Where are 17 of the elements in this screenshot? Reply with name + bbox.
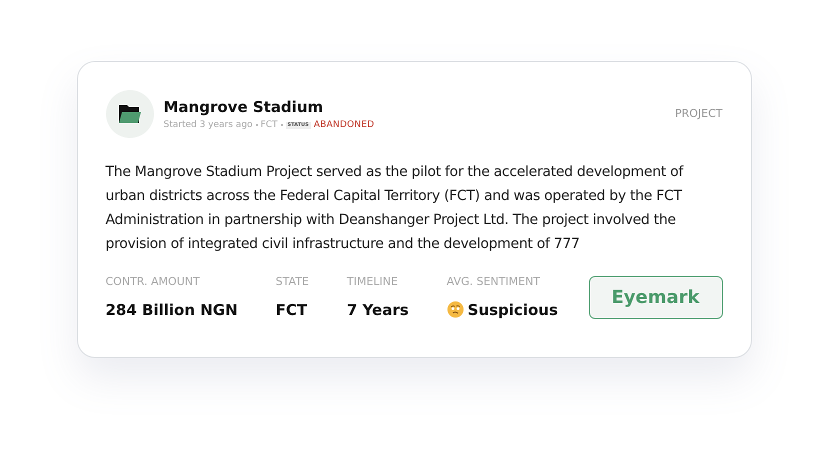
stat-label: CONTR. AMOUNT [106,274,201,290]
project-type-label: PROJECT [674,106,722,122]
eyemark-button[interactable]: Eyemark [588,276,722,319]
stat-label: TIMELINE [346,274,399,290]
stat-value: FCT [276,300,308,320]
status-text: ABANDONED [314,118,374,132]
face-icon [446,301,464,318]
project-description: The Mangrove Stadium Project served as the pilot for the accelerated development of urban districts across the Federal Capital Territory (FCT) and was operated by the FCT Administration in partnership with Deanshanger Project Ltd. The project involved the provision of integrated civil infrastructure and the development of 777 [106,163,684,254]
avatar-icon [106,90,154,138]
stat-value: 7 Years [346,300,409,320]
stat-label: AVG. SENTIMENT [446,274,542,290]
stat-label: STATE [276,274,309,290]
stat-value: Suspicious [468,300,558,320]
started-text: Started 3 years ago [164,118,253,132]
location-text: FCT [260,118,278,132]
stat-value: 284 Billion NGN [106,300,238,320]
project-title: Mangrove Stadium [164,97,324,118]
